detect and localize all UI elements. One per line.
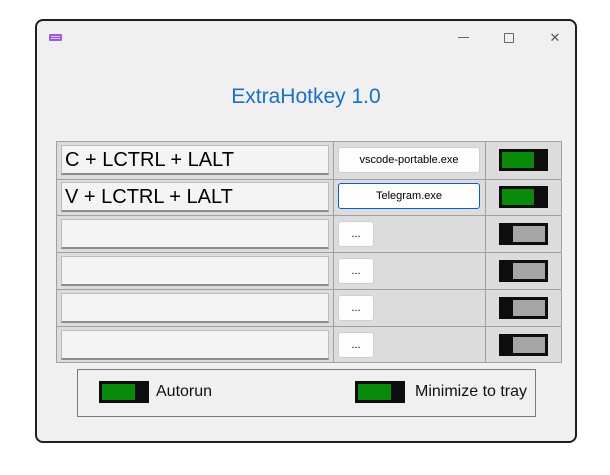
app-select-button[interactable]: vscode-portable.exe <box>338 147 480 173</box>
row-enable-toggle[interactable] <box>499 260 548 282</box>
close-icon: ✕ <box>549 30 561 45</box>
row-enable-toggle[interactable] <box>499 334 548 356</box>
row-divider <box>57 215 561 216</box>
app-title: ExtraHotkey 1.0 <box>231 85 381 108</box>
hotkey-field[interactable] <box>61 330 329 360</box>
row-enable-toggle[interactable] <box>499 297 548 319</box>
hotkey-field[interactable] <box>61 293 329 323</box>
row-divider <box>57 289 561 290</box>
app-select-button[interactable]: ... <box>338 258 374 284</box>
app-window: ✕ ExtraHotkey 1.0 C + LCTRL + LALT vscod… <box>35 19 577 443</box>
maximize-button[interactable] <box>495 29 523 47</box>
minimize-icon <box>457 37 469 39</box>
hotkey-field[interactable] <box>61 256 329 286</box>
app-select-button[interactable]: ... <box>338 221 374 247</box>
keyboard-icon <box>49 34 62 41</box>
title-bar[interactable]: ✕ <box>37 21 575 55</box>
minimize-to-tray-label: Minimize to tray <box>415 383 528 400</box>
row-enable-toggle[interactable] <box>499 186 548 208</box>
row-enable-toggle[interactable] <box>499 149 548 171</box>
hotkey-field[interactable] <box>61 219 329 249</box>
close-button[interactable]: ✕ <box>541 29 569 47</box>
app-select-button[interactable]: ... <box>338 295 374 321</box>
autorun-label: Autorun <box>156 383 213 400</box>
minimize-to-tray-toggle[interactable] <box>355 381 405 403</box>
minimize-button[interactable] <box>449 29 477 47</box>
maximize-icon <box>504 32 514 43</box>
app-select-button[interactable]: Telegram.exe <box>338 183 480 209</box>
hotkey-field[interactable]: V + LCTRL + LALT <box>61 182 329 212</box>
row-enable-toggle[interactable] <box>499 223 548 245</box>
autorun-toggle[interactable] <box>99 381 149 403</box>
row-divider <box>57 179 561 180</box>
row-divider <box>57 252 561 253</box>
hotkey-field[interactable]: C + LCTRL + LALT <box>61 145 329 175</box>
hotkey-table: C + LCTRL + LALT vscode-portable.exe V +… <box>56 141 562 363</box>
row-divider <box>57 326 561 327</box>
app-select-button[interactable]: ... <box>338 332 374 358</box>
options-panel: Autorun Minimize to tray <box>77 369 536 417</box>
